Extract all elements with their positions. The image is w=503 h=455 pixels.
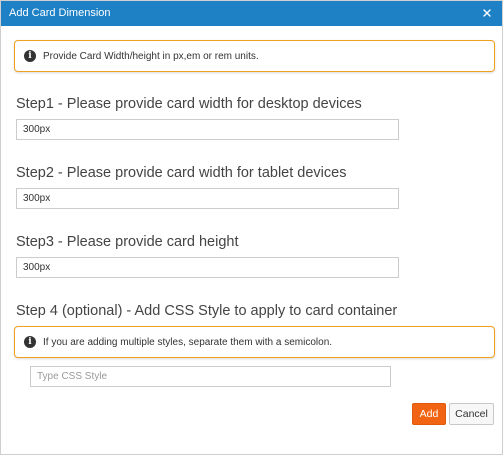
css-style-input[interactable] xyxy=(30,366,391,387)
tablet-width-input[interactable] xyxy=(16,188,399,209)
dialog-title-bar: Add Card Dimension xyxy=(1,1,502,26)
step3-heading: Step3 - Please provide card height xyxy=(16,234,239,250)
css-style-info-text: If you are adding multiple styles, separ… xyxy=(43,337,333,348)
card-height-input[interactable] xyxy=(16,257,399,278)
close-icon xyxy=(483,9,491,17)
step4-heading: Step 4 (optional) - Add CSS Style to app… xyxy=(16,303,398,319)
units-info-text: Provide Card Width/height in px,em or re… xyxy=(43,51,259,62)
step2-heading: Step2 - Please provide card width for ta… xyxy=(16,165,347,181)
add-button[interactable]: Add xyxy=(412,403,446,425)
dialog-title: Add Card Dimension xyxy=(9,7,111,19)
info-icon: i xyxy=(24,336,36,348)
step1-heading: Step1 - Please provide card width for de… xyxy=(16,96,362,112)
desktop-width-input[interactable] xyxy=(16,119,399,140)
add-card-dimension-dialog: Add Card Dimension i Provide Card Width/… xyxy=(0,0,503,455)
css-style-info-box: i If you are adding multiple styles, sep… xyxy=(14,326,495,358)
info-icon: i xyxy=(24,50,36,62)
units-info-box: i Provide Card Width/height in px,em or … xyxy=(14,40,495,72)
cancel-button[interactable]: Cancel xyxy=(449,403,494,425)
close-button[interactable] xyxy=(478,4,496,22)
